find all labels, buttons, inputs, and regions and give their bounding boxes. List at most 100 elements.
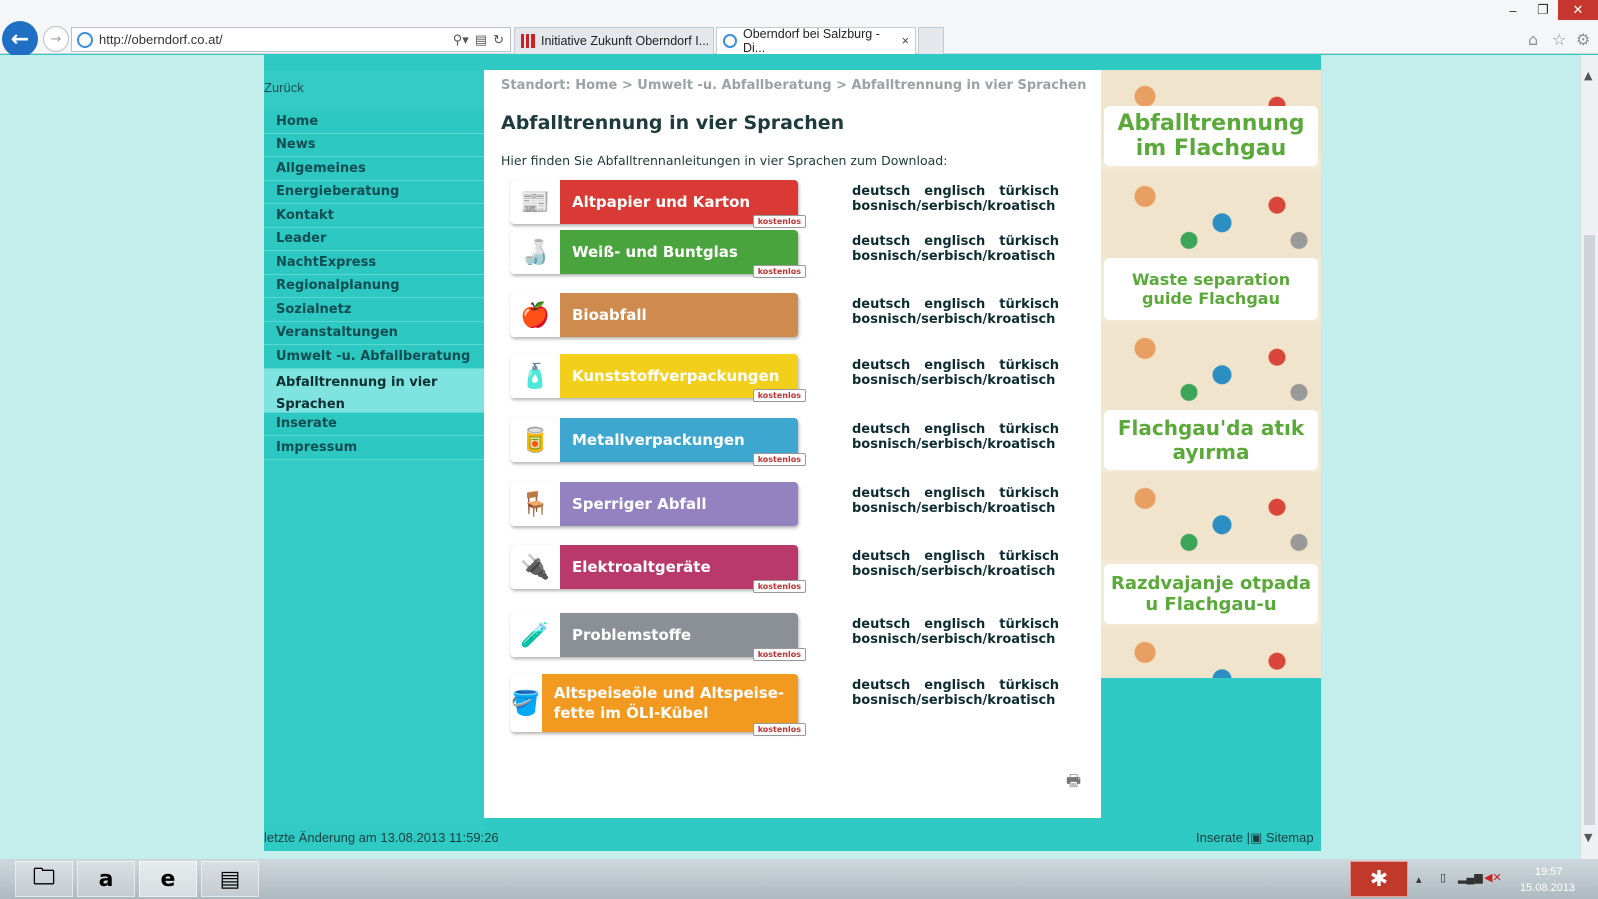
sidebar-item-kontakt[interactable]: Kontakt <box>264 204 484 228</box>
back-link[interactable]: Zurück <box>264 80 304 95</box>
download-deutsch-link[interactable]: deutsch <box>852 549 910 564</box>
download-tuerkisch-link[interactable]: türkisch <box>999 184 1059 199</box>
category-banner-altspeiseoel[interactable]: 🪣 Altspeiseöle und Altspeise-fette im ÖL… <box>510 674 806 736</box>
amazon-icon[interactable]: a <box>77 861 135 897</box>
home-icon[interactable]: ⌂ <box>1528 30 1538 49</box>
download-deutsch-link[interactable]: deutsch <box>852 617 910 632</box>
category-banner-problemstoffe[interactable]: 🧪 Problemstoffe kostenlos <box>510 613 806 661</box>
download-tuerkisch-link[interactable]: türkisch <box>999 358 1059 373</box>
sidebar-item-regionalplanung[interactable]: Regionalplanung <box>264 274 484 298</box>
maximize-button[interactable]: ❐ <box>1528 0 1558 20</box>
download-englisch-link[interactable]: englisch <box>924 422 985 437</box>
download-deutsch-link[interactable]: deutsch <box>852 422 910 437</box>
sidebar-item-umwelt[interactable]: Umwelt -u. Abfallberatung <box>264 345 484 369</box>
tray-app-icon[interactable]: ✱ <box>1350 861 1408 897</box>
sidebar-item-nachtexpress[interactable]: NachtExpress <box>264 251 484 275</box>
download-englisch-link[interactable]: englisch <box>924 486 985 501</box>
download-tuerkisch-link[interactable]: türkisch <box>999 297 1059 312</box>
download-tuerkisch-link[interactable]: türkisch <box>999 422 1059 437</box>
tab-oberndorf[interactable]: Oberndorf bei Salzburg - Di... × <box>716 27 916 55</box>
footer-inserate-link[interactable]: Inserate <box>1196 830 1243 845</box>
tab-initiative[interactable]: Initiative Zukunft Oberndorf I... <box>514 27 714 54</box>
scroll-down-icon[interactable]: ▼ <box>1584 831 1592 844</box>
download-englisch-link[interactable]: englisch <box>924 549 985 564</box>
file-explorer-icon[interactable]: 🗀 <box>15 861 73 897</box>
banner-title-de: Abfalltrennung im Flachgau <box>1104 106 1318 166</box>
category-banner-kunststoff[interactable]: 🧴 Kunststoffverpackungen kostenlos <box>510 354 806 402</box>
refresh-icon[interactable]: ↻ <box>493 32 504 48</box>
download-deutsch-link[interactable]: deutsch <box>852 486 910 501</box>
print-icon[interactable]: 🖶 <box>1066 770 1081 797</box>
scroll-up-icon[interactable]: ▲ <box>1584 69 1592 82</box>
vertical-scrollbar[interactable]: ▲ ▼ <box>1580 55 1598 859</box>
download-tuerkisch-link[interactable]: türkisch <box>999 486 1059 501</box>
download-tuerkisch-link[interactable]: türkisch <box>999 549 1059 564</box>
tray-expand-icon[interactable]: ▴ <box>1416 873 1422 886</box>
close-window-button[interactable]: ✕ <box>1558 0 1598 20</box>
sidebar-item-home[interactable]: Home <box>264 110 484 134</box>
sidebar-item-impressum[interactable]: Impressum <box>264 436 484 460</box>
download-englisch-link[interactable]: englisch <box>924 297 985 312</box>
download-deutsch-link[interactable]: deutsch <box>852 358 910 373</box>
download-bks-link[interactable]: bosnisch/serbisch/kroatisch <box>852 199 1055 214</box>
sidebar-item-news[interactable]: News <box>264 133 484 157</box>
category-banner-altpapier[interactable]: 📰 Altpapier und Karton kostenlos <box>510 180 806 228</box>
download-bks-link[interactable]: bosnisch/serbisch/kroatisch <box>852 501 1055 516</box>
footer-sitemap-link[interactable]: Sitemap <box>1266 830 1314 845</box>
download-englisch-link[interactable]: englisch <box>924 184 985 199</box>
category-banner-sperrmuell[interactable]: 🪑 Sperriger Abfall <box>510 482 798 526</box>
clock-time[interactable]: 19:57 <box>1535 866 1563 878</box>
download-deutsch-link[interactable]: deutsch <box>852 184 910 199</box>
url-text[interactable]: http://oberndorf.co.at/ <box>99 32 453 47</box>
network-icon[interactable]: ▂▄▆ <box>1458 871 1483 884</box>
download-englisch-link[interactable]: englisch <box>924 358 985 373</box>
back-arrow-icon[interactable]: ← <box>2 21 38 57</box>
download-bks-link[interactable]: bosnisch/serbisch/kroatisch <box>852 693 1055 708</box>
clock-date[interactable]: 15.08.2013 <box>1520 882 1575 894</box>
download-bks-link[interactable]: bosnisch/serbisch/kroatisch <box>852 373 1055 388</box>
download-tuerkisch-link[interactable]: türkisch <box>999 234 1059 249</box>
download-bks-link[interactable]: bosnisch/serbisch/kroatisch <box>852 249 1055 264</box>
scroll-thumb[interactable] <box>1584 235 1595 825</box>
sidebar-item-energieberatung[interactable]: Energieberatung <box>264 180 484 204</box>
download-englisch-link[interactable]: englisch <box>924 678 985 693</box>
category-banner-metall[interactable]: 🥫 Metallverpackungen kostenlos <box>510 418 806 466</box>
language-links: deutsch englisch türkisch bosnisch/serbisc… <box>852 486 1073 516</box>
sidebar-item-sozialnetz[interactable]: Sozialnetz <box>264 298 484 322</box>
sidebar-item-veranstaltungen[interactable]: Veranstaltungen <box>264 321 484 345</box>
category-banner-bioabfall[interactable]: 🍎 Bioabfall <box>510 293 798 337</box>
sidebar-item-abfalltrennung[interactable]: Abfalltrennung in vier Sprachen <box>264 368 484 413</box>
download-bks-link[interactable]: bosnisch/serbisch/kroatisch <box>852 632 1055 647</box>
sidebar-item-inserate[interactable]: Inserate <box>264 412 484 436</box>
download-deutsch-link[interactable]: deutsch <box>852 234 910 249</box>
download-englisch-link[interactable]: englisch <box>924 617 985 632</box>
forward-arrow-icon[interactable]: → <box>43 26 69 52</box>
new-tab-button[interactable] <box>918 27 944 54</box>
sidebar-item-allgemeines[interactable]: Allgemeines <box>264 157 484 181</box>
download-bks-link[interactable]: bosnisch/serbisch/kroatisch <box>852 312 1055 327</box>
document-icon[interactable]: ▤ <box>201 861 259 897</box>
download-tuerkisch-link[interactable]: türkisch <box>999 617 1059 632</box>
category-banner-glas[interactable]: 🍶 Weiß- und Buntglas kostenlos <box>510 230 806 278</box>
category-banner-elektro[interactable]: 🔌 Elektroaltgeräte kostenlos <box>510 545 806 593</box>
star-icon[interactable]: ☆ <box>1552 30 1566 49</box>
banner-title-en: Waste separation guide Flachgau <box>1104 258 1318 320</box>
download-deutsch-link[interactable]: deutsch <box>852 678 910 693</box>
download-tuerkisch-link[interactable]: türkisch <box>999 678 1059 693</box>
download-bks-link[interactable]: bosnisch/serbisch/kroatisch <box>852 564 1055 579</box>
close-icon[interactable]: × <box>902 34 909 48</box>
battery-icon[interactable]: ▯ <box>1440 871 1446 884</box>
address-bar[interactable]: http://oberndorf.co.at/ ⚲▾ ▤ ↻ <box>71 27 511 52</box>
search-icon[interactable]: ⚲▾ <box>453 32 469 48</box>
minimize-button[interactable]: – <box>1498 0 1528 20</box>
download-bks-link[interactable]: bosnisch/serbisch/kroatisch <box>852 437 1055 452</box>
download-deutsch-link[interactable]: deutsch <box>852 297 910 312</box>
compat-icon[interactable]: ▤ <box>475 32 487 48</box>
download-englisch-link[interactable]: englisch <box>924 234 985 249</box>
sidebar-item-leader[interactable]: Leader <box>264 227 484 251</box>
abfalltrennung-banner[interactable]: Abfalltrennung im Flachgau Waste separat… <box>1101 70 1321 678</box>
volume-muted-icon[interactable]: ◀✕ <box>1484 871 1502 884</box>
free-badge: kostenlos <box>752 389 806 402</box>
ie-taskbar-icon[interactable]: e <box>139 861 197 897</box>
gear-icon[interactable]: ⚙ <box>1576 30 1590 49</box>
